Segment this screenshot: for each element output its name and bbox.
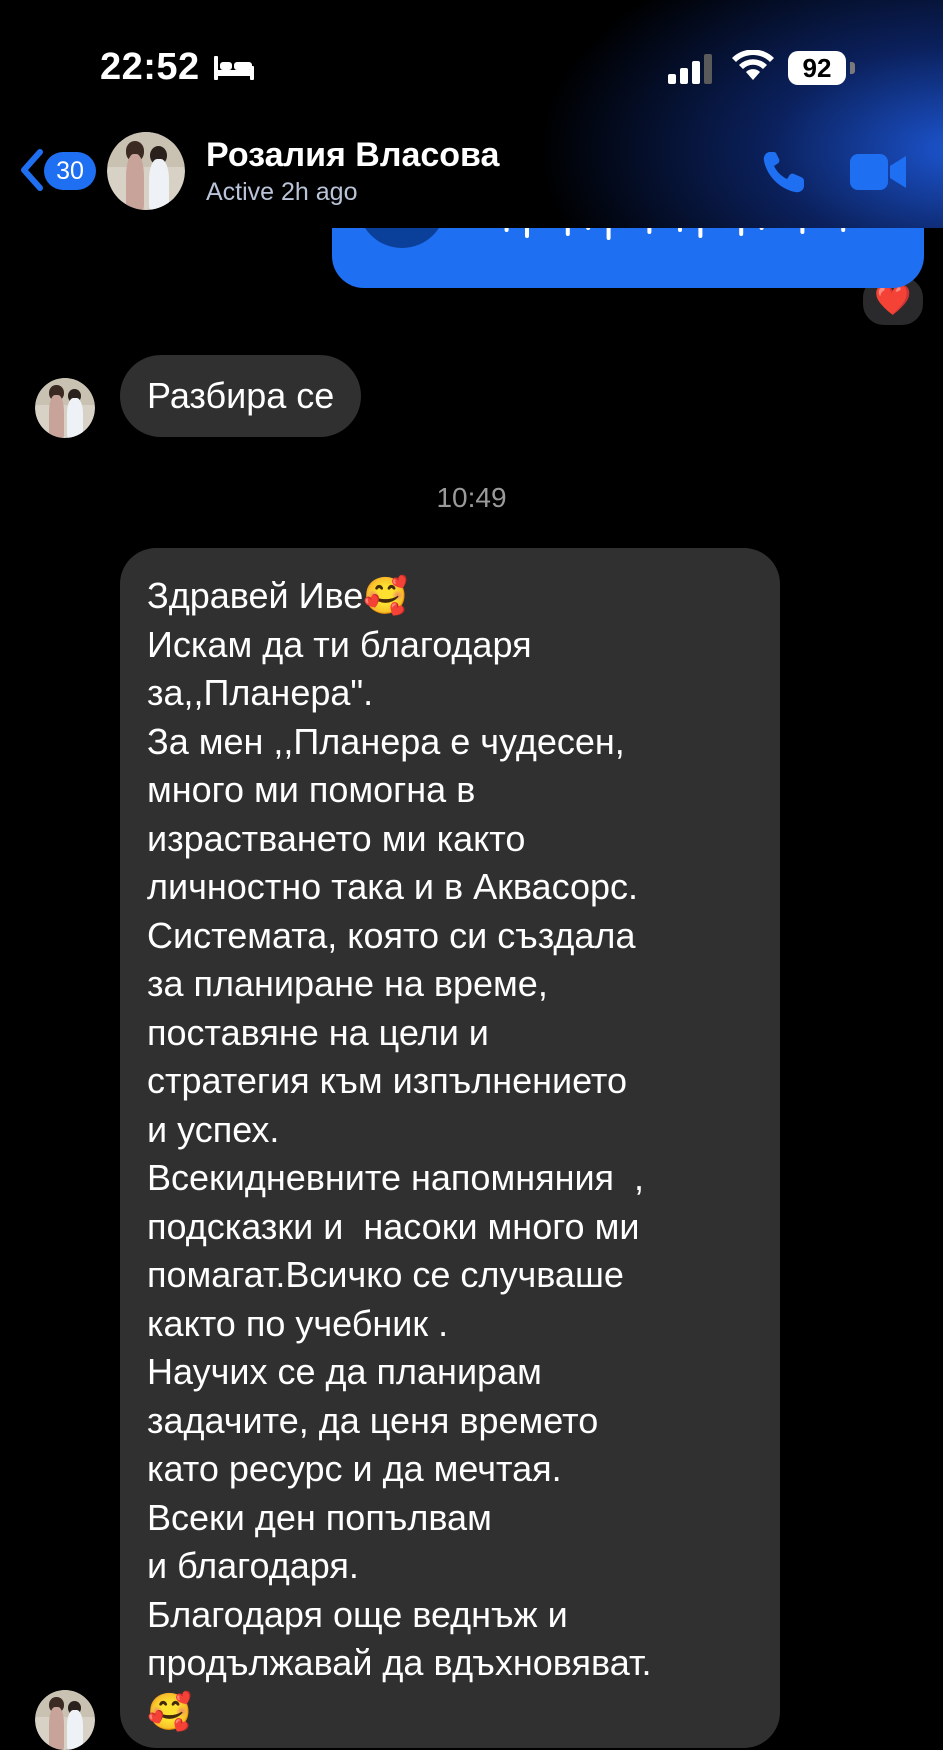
- status-bar: 22:52 92: [0, 0, 943, 130]
- message-line: както по учебник .: [147, 1302, 449, 1344]
- message-line: израстването ми както: [147, 817, 526, 859]
- message-line: Научих се да планирам: [147, 1351, 542, 1392]
- long-message-bubble[interactable]: Здравей Иве🥰 Искам да ти благодаря за,,Пла…: [120, 548, 780, 1748]
- unread-count-badge[interactable]: 30: [44, 152, 96, 190]
- message-line: задачите, да ценя времето: [147, 1399, 599, 1441]
- sender-avatar[interactable]: [35, 1690, 95, 1750]
- message-line: Всеки ден попълвам: [147, 1496, 492, 1538]
- message-line: 🥰: [147, 1690, 192, 1732]
- back-chevron-icon[interactable]: [18, 148, 44, 197]
- message-line: Здравей Иве🥰: [147, 575, 409, 616]
- message-line: и благодаря.: [147, 1545, 359, 1586]
- sender-avatar[interactable]: [35, 378, 95, 438]
- battery-tip: [850, 62, 855, 74]
- wifi-icon: [732, 49, 774, 87]
- phone-icon[interactable]: [760, 148, 808, 201]
- battery-icon: 92: [788, 51, 846, 85]
- message-line: подсказки и насоки много ми: [147, 1205, 640, 1247]
- message-line: Благодаря още веднъж и: [147, 1593, 568, 1635]
- bed-icon: [212, 52, 256, 87]
- message-line: Всекидневните напомняния ,: [147, 1157, 645, 1198]
- contact-avatar[interactable]: [107, 132, 185, 210]
- message-line: за планиране на време,: [147, 963, 548, 1004]
- message-line: личностно така и в Аквасорс.: [147, 866, 639, 907]
- status-time: 22:52: [100, 46, 200, 88]
- message-line: За мен ,,Планера е чудесен,: [147, 720, 625, 762]
- message-line: много ми помогна в: [147, 769, 476, 810]
- message-line: Искам да ти благодаря: [147, 623, 532, 665]
- contact-name[interactable]: Розалия Власова: [206, 136, 499, 175]
- message-line: Системата, която си създала: [147, 914, 636, 956]
- video-camera-icon[interactable]: [850, 152, 908, 197]
- contact-status: Active 2h ago: [206, 178, 358, 206]
- message-line: и успех.: [147, 1108, 280, 1150]
- message-line: стратегия към изпълнението: [147, 1060, 628, 1101]
- message-timestamp: 10:49: [436, 482, 507, 513]
- message-bubble[interactable]: Разбира се: [120, 355, 362, 437]
- message-line: продължавай да вдъхновяват.: [147, 1642, 652, 1683]
- message-line: поставяне на цели и: [147, 1011, 489, 1053]
- message-line: помагат.Всичко се случваше: [147, 1254, 624, 1295]
- message-line: като ресурс и да мечтая.: [147, 1448, 562, 1489]
- message-line: за,,Планера".: [147, 672, 374, 713]
- signal-icon: [668, 54, 716, 89]
